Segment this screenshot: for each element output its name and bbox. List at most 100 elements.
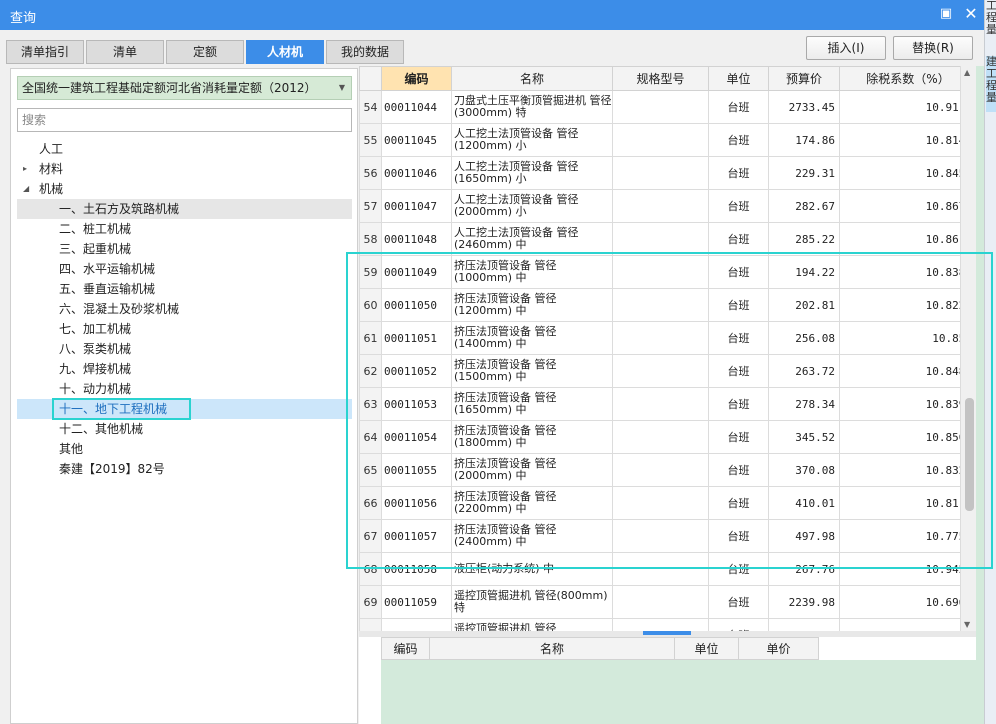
cell-code: 00011049 [381, 255, 452, 289]
cell-price: 2306.58 [768, 618, 840, 631]
scroll-down-icon[interactable]: ▼ [964, 620, 970, 629]
table-row[interactable]: 63 00011053 挤压法顶管设备 管径(1650mm) 中 台班 278.34 10… [359, 387, 976, 421]
tree-item[interactable]: 八、泵类机械 [17, 339, 352, 359]
tree-item[interactable]: 六、混凝土及砂浆机械 [17, 299, 352, 319]
tree-item[interactable]: 十、动力机械 [17, 379, 352, 399]
tab-list[interactable]: 清单 [86, 40, 164, 64]
header-name[interactable]: 名称 [451, 66, 613, 91]
quota-library-select[interactable]: 全国统一建筑工程基础定额河北省消耗量定额（2012） ▼ [17, 76, 352, 100]
cell-name: 液压柜(动力系统) 中 [451, 552, 613, 586]
tab-my-data[interactable]: 我的数据 [326, 40, 404, 64]
cell-name: 挤压法顶管设备 管径(2400mm) 中 [451, 519, 613, 553]
detail-header-code[interactable]: 编码 [381, 637, 430, 660]
cell-tax-coef: 10.6968 [839, 618, 976, 631]
cell-unit: 台班 [708, 387, 769, 421]
scroll-thumb[interactable] [965, 398, 974, 511]
cell-spec [612, 354, 709, 388]
table-row[interactable]: 58 00011048 人工挖土法顶管设备 管径(2460mm) 中 台班 285.22… [359, 222, 976, 256]
cell-tax-coef: 10.7755 [839, 519, 976, 553]
tree-item[interactable]: 一、土石方及筑路机械 [17, 199, 352, 219]
tree-item[interactable]: ◢ 机械 [17, 179, 352, 199]
cell-spec [612, 189, 709, 223]
cell-name: 遥控顶管掘进机 管径(1200mm) 特 [451, 618, 613, 631]
tree-item[interactable]: 二、桩工机械 [17, 219, 352, 239]
row-number: 60 [359, 288, 382, 322]
row-number: 67 [359, 519, 382, 553]
row-number: 64 [359, 420, 382, 454]
close-icon[interactable]: ✕ [962, 5, 980, 23]
table-row[interactable]: 64 00011054 挤压法顶管设备 管径(1800mm) 中 台班 345.52 10… [359, 420, 976, 454]
row-number: 56 [359, 156, 382, 190]
table-row[interactable]: 54 00011044 刀盘式土压平衡顶管掘进机 管径(3000mm) 特 台班 273… [359, 90, 976, 124]
header-unit[interactable]: 单位 [708, 66, 769, 91]
edge-label-blue[interactable]: 建工程量 [986, 56, 996, 112]
table-row[interactable]: 62 00011052 挤压法顶管设备 管径(1500mm) 中 台班 263.72 10… [359, 354, 976, 388]
cell-code: 00011052 [381, 354, 452, 388]
detail-header-price[interactable]: 单价 [738, 637, 819, 660]
detail-empty-area [381, 660, 976, 724]
collapse-arrow-icon[interactable]: ◢ [23, 179, 33, 199]
detail-header-name[interactable]: 名称 [429, 637, 675, 660]
cell-spec [612, 156, 709, 190]
maximize-icon[interactable]: ▣ [937, 5, 955, 23]
table-row[interactable]: 65 00011055 挤压法顶管设备 管径(2000mm) 中 台班 370.08 10… [359, 453, 976, 487]
tree-item[interactable]: 秦建【2019】82号 [17, 459, 352, 479]
cell-unit: 台班 [708, 486, 769, 520]
tree-item[interactable]: 七、加工机械 [17, 319, 352, 339]
detail-header-unit[interactable]: 单位 [674, 637, 739, 660]
tree-item[interactable]: 人工 [17, 139, 352, 159]
insert-button[interactable]: 插入(I) [806, 36, 886, 60]
tab-list-guide[interactable]: 清单指引 [6, 40, 84, 64]
edge-label-top: 工程量 [986, 0, 996, 36]
window-title: 查询 [10, 11, 37, 26]
cell-spec [612, 453, 709, 487]
expand-arrow-icon[interactable]: ▸ [23, 159, 33, 179]
cell-unit: 台班 [708, 519, 769, 553]
cell-spec [612, 552, 709, 586]
cell-code: 00011046 [381, 156, 452, 190]
cell-spec [612, 387, 709, 421]
header-code[interactable]: 编码 [381, 66, 452, 91]
table-row[interactable]: 68 00011058 液压柜(动力系统) 中 台班 267.76 10.9426 [359, 552, 976, 586]
cell-tax-coef: 10.8229 [839, 288, 976, 322]
tree-item-label: 六、混凝土及砂浆机械 [59, 302, 180, 316]
header-rownum [359, 66, 382, 91]
replace-button[interactable]: 替换(R) [893, 36, 973, 60]
tree-item[interactable]: 十一、地下工程机械 [17, 398, 352, 420]
cell-code: 00011044 [381, 90, 452, 124]
cell-tax-coef: 10.9119 [839, 90, 976, 124]
cell-code: 00011048 [381, 222, 452, 256]
header-price[interactable]: 预算价 [768, 66, 840, 91]
tree-item[interactable]: 四、水平运输机械 [17, 259, 352, 279]
table-row[interactable]: 60 00011050 挤压法顶管设备 管径(1200mm) 中 台班 202.81 10… [359, 288, 976, 322]
tree-item[interactable]: 十二、其他机械 [17, 419, 352, 439]
splitter-grip[interactable] [643, 631, 691, 635]
search-input[interactable] [17, 108, 352, 132]
tree-item[interactable]: 其他 [17, 439, 352, 459]
tree-item-label: 机械 [39, 182, 64, 196]
table-row[interactable]: 56 00011046 人工挖土法顶管设备 管径(1650mm) 小 台班 229.31… [359, 156, 976, 190]
header-tax-coef[interactable]: 除税系数（%） [839, 66, 976, 91]
cell-code: 00011050 [381, 288, 452, 322]
cell-unit: 台班 [708, 618, 769, 631]
header-spec[interactable]: 规格型号 [612, 66, 709, 91]
tree-item[interactable]: 九、焊接机械 [17, 359, 352, 379]
grid-scrollbar[interactable]: ▲ ▼ [960, 66, 976, 631]
tab-quota[interactable]: 定额 [166, 40, 244, 64]
table-row[interactable]: 61 00011051 挤压法顶管设备 管径(1400mm) 中 台班 256.08 10… [359, 321, 976, 355]
cell-unit: 台班 [708, 255, 769, 289]
table-row[interactable]: 67 00011057 挤压法顶管设备 管径(2400mm) 中 台班 497.98 10… [359, 519, 976, 553]
tree-item[interactable]: 三、起重机械 [17, 239, 352, 259]
cell-tax-coef: 10.9426 [839, 552, 976, 586]
tab-labor-material-machine[interactable]: 人材机 [246, 40, 324, 64]
table-row[interactable]: 55 00011045 人工挖土法顶管设备 管径(1200mm) 小 台班 174.86… [359, 123, 976, 157]
table-row[interactable]: 57 00011047 人工挖土法顶管设备 管径(2000mm) 小 台班 282.67… [359, 189, 976, 223]
table-row[interactable]: 7000011060遥控顶管掘进机 管径(1200mm) 特 台班2306.581… [359, 618, 976, 631]
tree-item[interactable]: ▸ 材料 [17, 159, 352, 179]
scroll-up-icon[interactable]: ▲ [964, 68, 970, 77]
table-row[interactable]: 59 00011049 挤压法顶管设备 管径(1000mm) 中 台班 194.22 10… [359, 255, 976, 289]
category-tree: 人工 ▸ 材料 ◢ 机械一、土石方及筑路机械 二、桩工机械 三、起重机械 四、水平运输机械 五、… [17, 139, 352, 479]
table-row[interactable]: 69 00011059 遥控顶管掘进机 管径(800mm) 特 台班 2239.98 10… [359, 585, 976, 619]
tree-item[interactable]: 五、垂直运输机械 [17, 279, 352, 299]
table-row[interactable]: 66 00011056 挤压法顶管设备 管径(2200mm) 中 台班 410.01 10… [359, 486, 976, 520]
